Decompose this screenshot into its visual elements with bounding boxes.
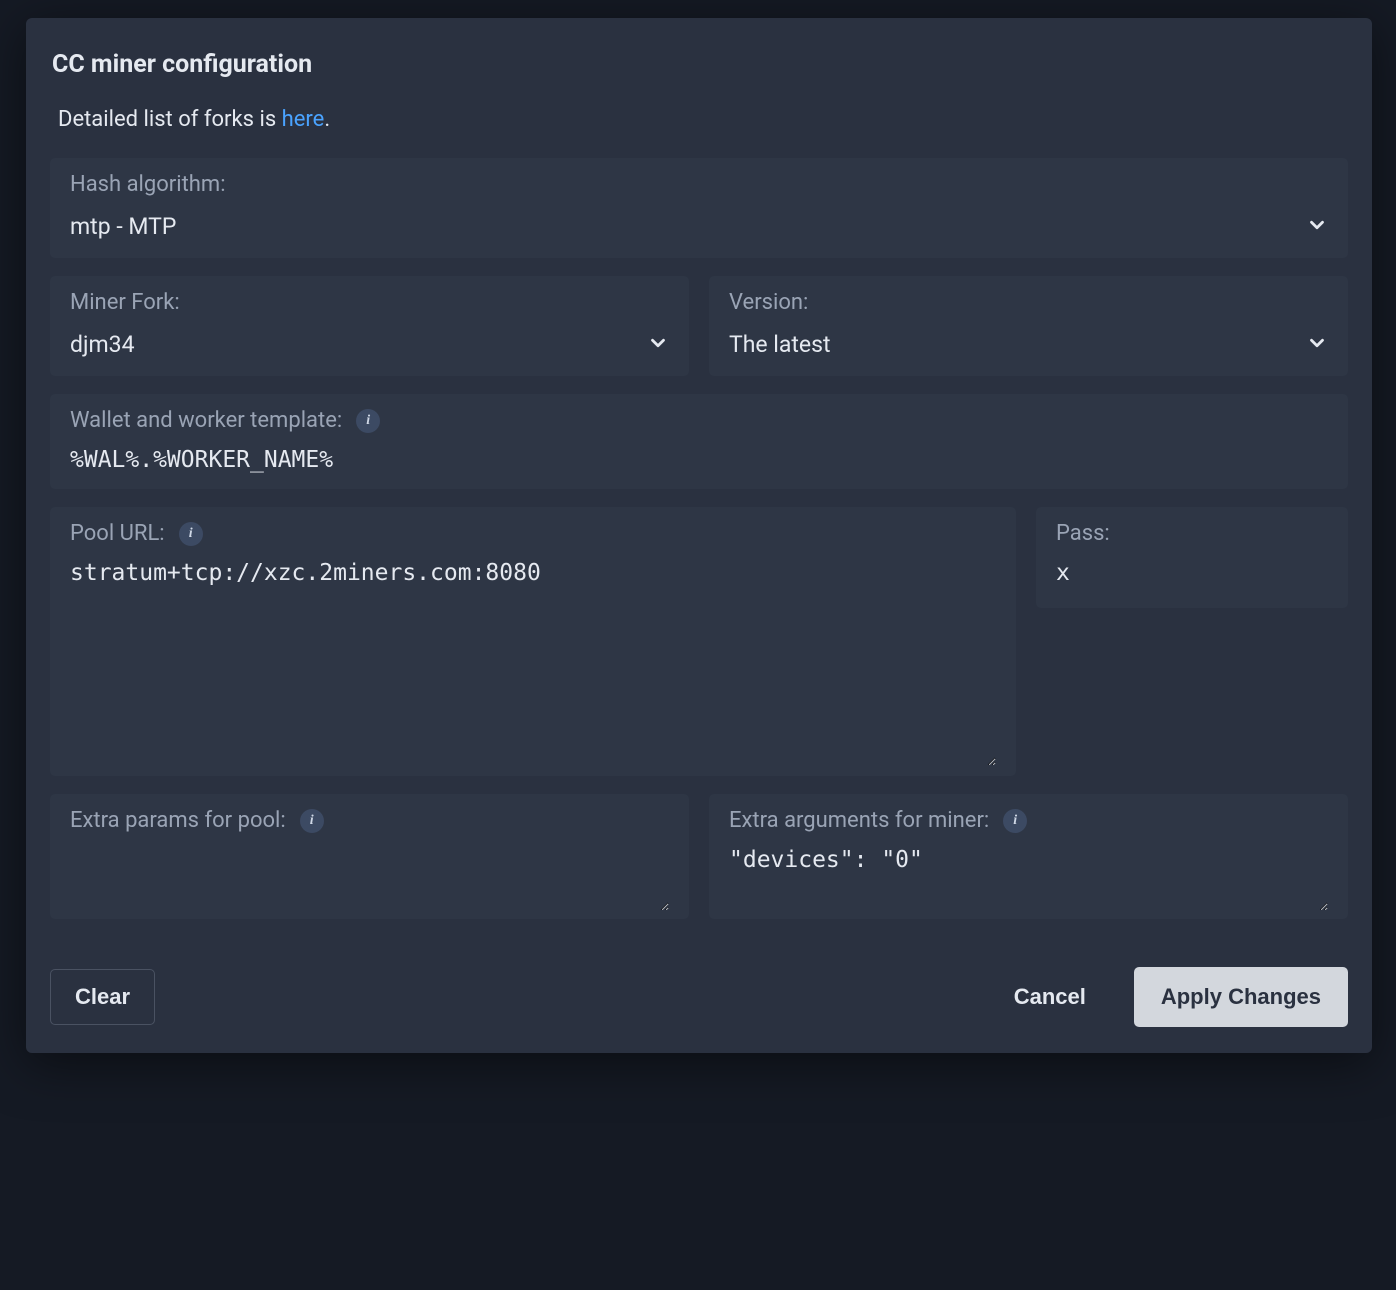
version-select[interactable]: The latest (729, 325, 1328, 360)
pass-input[interactable] (1056, 556, 1328, 586)
wallet-template-field: Wallet and worker template: i (50, 394, 1348, 489)
miner-fork-label: Miner Fork: (70, 290, 669, 315)
extra-pool-input[interactable] (70, 843, 669, 911)
helper-prefix: Detailed list of forks is (58, 107, 282, 132)
apply-changes-button[interactable]: Apply Changes (1134, 967, 1348, 1027)
forks-link[interactable]: here (282, 107, 325, 132)
pass-field: Pass: (1036, 507, 1348, 608)
hash-algorithm-select[interactable]: mtp - MTP (70, 207, 1328, 242)
info-icon[interactable]: i (1003, 809, 1027, 833)
version-field: Version: The latest (709, 276, 1348, 376)
miner-config-modal: CC miner configuration Detailed list of … (26, 18, 1372, 1053)
miner-fork-select[interactable]: djm34 (70, 325, 669, 360)
miner-fork-value: djm34 (70, 325, 135, 360)
footer-right: Cancel Apply Changes (1008, 967, 1348, 1027)
pool-url-label: Pool URL: i (70, 521, 996, 546)
pool-url-field: Pool URL: i (50, 507, 1016, 776)
helper-text: Detailed list of forks is here. (58, 107, 1348, 132)
info-icon[interactable]: i (179, 522, 203, 546)
wallet-template-label: Wallet and worker template: i (70, 408, 1328, 433)
pass-label: Pass: (1056, 521, 1328, 546)
extra-pool-label: Extra params for pool: i (70, 808, 669, 833)
helper-suffix: . (324, 107, 330, 132)
hash-algorithm-value: mtp - MTP (70, 207, 176, 242)
extra-miner-input[interactable] (729, 843, 1328, 911)
extra-miner-label: Extra arguments for miner: i (729, 808, 1328, 833)
pool-url-input[interactable] (70, 556, 996, 766)
version-value: The latest (729, 325, 831, 360)
extra-pool-field: Extra params for pool: i (50, 794, 689, 919)
info-icon[interactable]: i (300, 809, 324, 833)
wallet-template-input[interactable] (70, 443, 1328, 473)
clear-button[interactable]: Clear (50, 969, 155, 1025)
modal-title: CC miner configuration (52, 50, 1348, 79)
version-label: Version: (729, 290, 1328, 315)
chevron-down-icon (1306, 332, 1328, 354)
info-icon[interactable]: i (356, 409, 380, 433)
extra-miner-field: Extra arguments for miner: i (709, 794, 1348, 919)
cancel-button[interactable]: Cancel (1008, 970, 1092, 1024)
miner-fork-field: Miner Fork: djm34 (50, 276, 689, 376)
hash-algorithm-field: Hash algorithm: mtp - MTP (50, 158, 1348, 258)
hash-algorithm-label: Hash algorithm: (70, 172, 1328, 197)
chevron-down-icon (647, 332, 669, 354)
chevron-down-icon (1306, 214, 1328, 236)
modal-footer: Clear Cancel Apply Changes (50, 967, 1348, 1027)
